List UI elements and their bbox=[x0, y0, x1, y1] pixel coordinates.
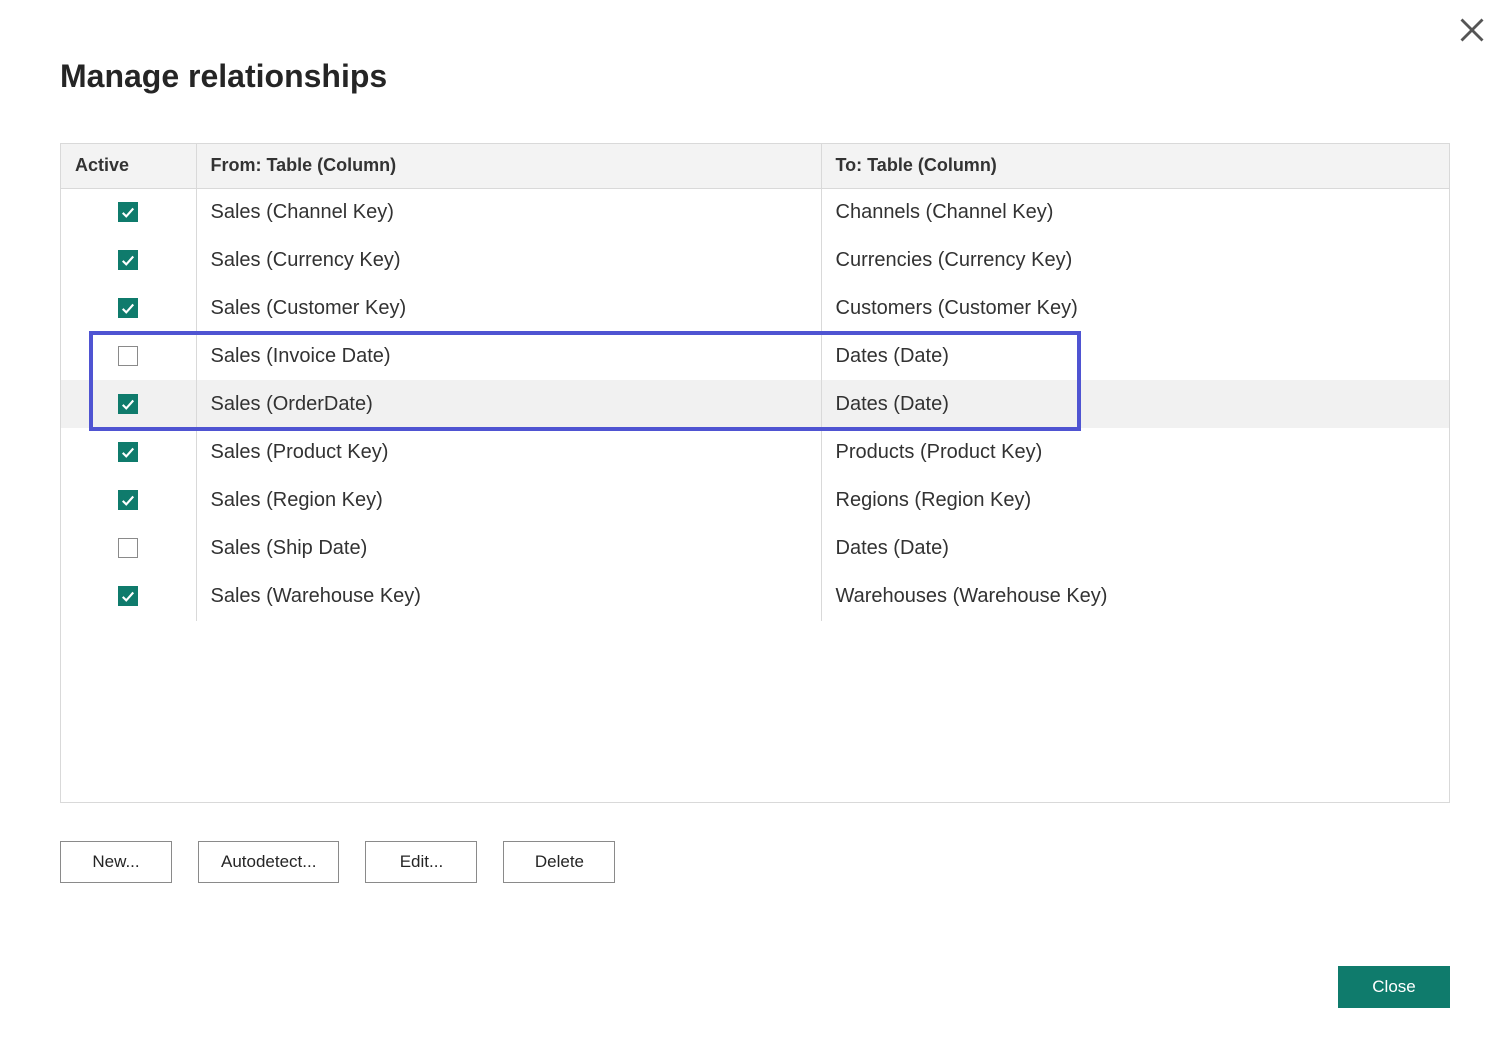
table-row[interactable]: Sales (Invoice Date) Dates (Date) bbox=[61, 332, 1449, 380]
to-text: Dates (Date) bbox=[836, 537, 949, 559]
cell-active bbox=[61, 476, 196, 524]
to-text: Channels (Channel Key) bbox=[836, 201, 1054, 223]
from-text: Sales (Warehouse Key) bbox=[211, 585, 421, 607]
cell-to: Customers (Customer Key) bbox=[821, 284, 1449, 332]
to-text: Dates (Date) bbox=[836, 345, 949, 367]
checkbox-checked-icon[interactable] bbox=[118, 442, 138, 462]
cell-to: Warehouses (Warehouse Key) bbox=[821, 572, 1449, 620]
checkbox-checked-icon[interactable] bbox=[118, 250, 138, 270]
cell-to: Dates (Date) bbox=[821, 380, 1449, 428]
autodetect-button[interactable]: Autodetect... bbox=[198, 841, 339, 883]
cell-from: Sales (Product Key) bbox=[196, 428, 821, 476]
cell-to: Dates (Date) bbox=[821, 524, 1449, 572]
from-text: Sales (Product Key) bbox=[211, 441, 389, 463]
cell-to: Dates (Date) bbox=[821, 332, 1449, 380]
cell-from: Sales (Ship Date) bbox=[196, 524, 821, 572]
dialog-title: Manage relationships bbox=[60, 58, 1450, 95]
action-button-row: New... Autodetect... Edit... Delete bbox=[60, 841, 1450, 883]
checkbox-checked-icon[interactable] bbox=[118, 586, 138, 606]
column-header-active[interactable]: Active bbox=[61, 144, 196, 188]
table-row[interactable]: Sales (OrderDate) Dates (Date) bbox=[61, 380, 1449, 428]
cell-from: Sales (Channel Key) bbox=[196, 188, 821, 236]
table-row[interactable]: Sales (Ship Date) Dates (Date) bbox=[61, 524, 1449, 572]
from-text: Sales (Channel Key) bbox=[211, 201, 394, 223]
cell-from: Sales (Customer Key) bbox=[196, 284, 821, 332]
checkbox-unchecked-icon[interactable] bbox=[118, 346, 138, 366]
table-row[interactable]: Sales (Warehouse Key) Warehouses (Warehou… bbox=[61, 572, 1449, 620]
table-row[interactable]: Sales (Channel Key) Channels (Channel Key… bbox=[61, 188, 1449, 236]
cell-to: Channels (Channel Key) bbox=[821, 188, 1449, 236]
checkbox-checked-icon[interactable] bbox=[118, 298, 138, 318]
from-text: Sales (Region Key) bbox=[211, 489, 383, 511]
cell-from: Sales (Currency Key) bbox=[196, 236, 821, 284]
to-text: Warehouses (Warehouse Key) bbox=[836, 585, 1108, 607]
checkbox-unchecked-icon[interactable] bbox=[118, 538, 138, 558]
cell-active bbox=[61, 572, 196, 620]
cell-to: Products (Product Key) bbox=[821, 428, 1449, 476]
close-icon[interactable] bbox=[1458, 16, 1486, 44]
checkbox-checked-icon[interactable] bbox=[118, 394, 138, 414]
cell-active bbox=[61, 284, 196, 332]
cell-from: Sales (OrderDate) bbox=[196, 380, 821, 428]
cell-from: Sales (Invoice Date) bbox=[196, 332, 821, 380]
table-row[interactable]: Sales (Product Key) Products (Product Key… bbox=[61, 428, 1449, 476]
to-text: Products (Product Key) bbox=[836, 441, 1043, 463]
cell-active bbox=[61, 428, 196, 476]
table-row[interactable]: Sales (Region Key) Regions (Region Key) bbox=[61, 476, 1449, 524]
checkbox-checked-icon[interactable] bbox=[118, 202, 138, 222]
column-header-from[interactable]: From: Table (Column) bbox=[196, 144, 821, 188]
from-text: Sales (Ship Date) bbox=[211, 537, 368, 559]
manage-relationships-dialog: Manage relationships Active From: Table … bbox=[0, 0, 1510, 1064]
table-header-row: Active From: Table (Column) To: Table (C… bbox=[61, 144, 1449, 188]
to-text: Regions (Region Key) bbox=[836, 489, 1032, 511]
cell-to: Currencies (Currency Key) bbox=[821, 236, 1449, 284]
from-text: Sales (Currency Key) bbox=[211, 249, 401, 271]
table-row[interactable]: Sales (Customer Key) Customers (Customer … bbox=[61, 284, 1449, 332]
column-header-to[interactable]: To: Table (Column) bbox=[821, 144, 1449, 188]
cell-active bbox=[61, 524, 196, 572]
close-button[interactable]: Close bbox=[1338, 966, 1450, 1008]
new-button[interactable]: New... bbox=[60, 841, 172, 883]
cell-active bbox=[61, 332, 196, 380]
to-text: Dates (Date) bbox=[836, 393, 949, 415]
from-text: Sales (Invoice Date) bbox=[211, 345, 391, 367]
from-text: Sales (Customer Key) bbox=[211, 297, 407, 319]
cell-to: Regions (Region Key) bbox=[821, 476, 1449, 524]
edit-button[interactable]: Edit... bbox=[365, 841, 477, 883]
from-text: Sales (OrderDate) bbox=[211, 393, 373, 415]
to-text: Currencies (Currency Key) bbox=[836, 249, 1073, 271]
relationships-table: Active From: Table (Column) To: Table (C… bbox=[61, 144, 1449, 621]
cell-active bbox=[61, 380, 196, 428]
checkbox-checked-icon[interactable] bbox=[118, 490, 138, 510]
relationships-table-container: Active From: Table (Column) To: Table (C… bbox=[60, 143, 1450, 803]
close-button-row: Close bbox=[1338, 966, 1450, 1008]
cell-active bbox=[61, 188, 196, 236]
cell-active bbox=[61, 236, 196, 284]
cell-from: Sales (Region Key) bbox=[196, 476, 821, 524]
to-text: Customers (Customer Key) bbox=[836, 297, 1078, 319]
cell-from: Sales (Warehouse Key) bbox=[196, 572, 821, 620]
delete-button[interactable]: Delete bbox=[503, 841, 615, 883]
table-row[interactable]: Sales (Currency Key) Currencies (Currency… bbox=[61, 236, 1449, 284]
